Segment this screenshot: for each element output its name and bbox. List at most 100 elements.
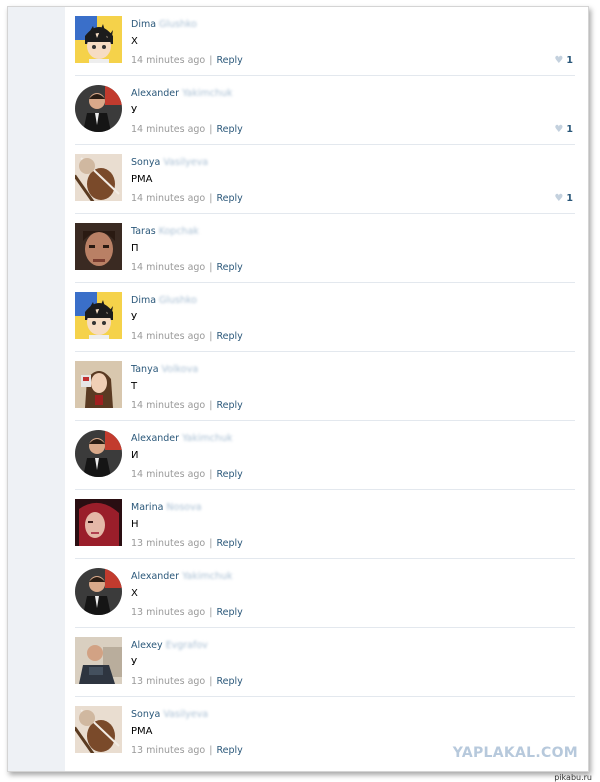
timestamp[interactable]: 14 minutes ago: [131, 400, 205, 411]
redhair-avatar[interactable]: [75, 499, 122, 546]
comment-meta: 14 minutes ago | Reply: [131, 55, 243, 66]
author-first-name[interactable]: Dima: [131, 19, 156, 30]
meta-separator: |: [209, 262, 213, 273]
timestamp[interactable]: 14 minutes ago: [131, 193, 205, 204]
author-name[interactable]: Alexander Yakimchuk: [131, 571, 233, 582]
comment-item: Alexey Evgrafov У 13 minutes ago | Reply: [75, 627, 575, 696]
reply-link[interactable]: Reply: [216, 745, 242, 756]
author-first-name[interactable]: Tanya: [131, 364, 159, 375]
timestamp[interactable]: 14 minutes ago: [131, 331, 205, 342]
author-first-name[interactable]: Alexey: [131, 640, 163, 651]
author-last-name-blurred[interactable]: Kopchak: [159, 226, 199, 237]
reply-link[interactable]: Reply: [216, 469, 242, 480]
anime-avatar[interactable]: [75, 16, 122, 63]
author-last-name-blurred[interactable]: Volkova: [162, 364, 199, 375]
screenshot-frame: Dima Glushko X 14 minutes ago | Reply ♥ 1 Alexan…: [7, 6, 589, 772]
girl-avatar[interactable]: [75, 361, 122, 408]
timestamp[interactable]: 13 minutes ago: [131, 607, 205, 618]
comment-item: Sonya Vasilyeva РМА 14 minutes ago | Reply ♥ 1: [75, 144, 575, 213]
author-name[interactable]: Sonya Vasilyeva: [131, 157, 208, 168]
anime-avatar[interactable]: [75, 292, 122, 339]
reply-link[interactable]: Reply: [216, 55, 242, 66]
comment-text: РМА: [131, 726, 153, 737]
man-chair-avatar[interactable]: [75, 637, 122, 684]
reply-link[interactable]: Reply: [216, 193, 242, 204]
comment-item: Marina Nosova Н 13 minutes ago | Reply: [75, 489, 575, 558]
reply-link[interactable]: Reply: [216, 607, 242, 618]
heart-icon: ♥: [554, 193, 564, 204]
comment-text: Х: [131, 588, 138, 599]
man-suit-avatar[interactable]: [75, 85, 122, 132]
author-first-name[interactable]: Alexander: [131, 571, 179, 582]
timestamp[interactable]: 14 minutes ago: [131, 55, 205, 66]
author-last-name-blurred[interactable]: Glushko: [159, 295, 197, 306]
author-last-name-blurred[interactable]: Nosova: [166, 502, 201, 513]
meta-separator: |: [209, 538, 213, 549]
author-first-name[interactable]: Marina: [131, 502, 163, 513]
comment-item: Tanya Volkova Т 14 minutes ago | Reply: [75, 351, 575, 420]
heart-icon: ♥: [554, 124, 564, 135]
man-suit-avatar[interactable]: [75, 568, 122, 615]
violin-avatar[interactable]: [75, 154, 122, 201]
comment-text: Н: [131, 519, 139, 530]
author-name[interactable]: Dima Glushko: [131, 19, 197, 30]
author-name[interactable]: Tanya Volkova: [131, 364, 198, 375]
violin-avatar[interactable]: [75, 706, 122, 753]
author-first-name[interactable]: Dima: [131, 295, 156, 306]
author-last-name-blurred[interactable]: Yakimchuk: [182, 433, 232, 444]
comment-meta: 14 minutes ago | Reply: [131, 469, 243, 480]
like-count: 1: [566, 124, 573, 135]
author-name[interactable]: Alexey Evgrafov: [131, 640, 208, 651]
author-last-name-blurred[interactable]: Yakimchuk: [182, 88, 232, 99]
author-first-name[interactable]: Alexander: [131, 88, 179, 99]
author-last-name-blurred[interactable]: Vasilyeva: [163, 157, 208, 168]
author-last-name-blurred[interactable]: Vasilyeva: [163, 709, 208, 720]
face-avatar[interactable]: [75, 223, 122, 270]
reply-link[interactable]: Reply: [216, 400, 242, 411]
comment-item: Alexander Yakimchuk Х 13 minutes ago | Reply: [75, 558, 575, 627]
comment-text: П: [131, 243, 139, 254]
timestamp[interactable]: 14 minutes ago: [131, 262, 205, 273]
timestamp[interactable]: 13 minutes ago: [131, 745, 205, 756]
author-last-name-blurred[interactable]: Evgrafov: [166, 640, 208, 651]
meta-separator: |: [209, 55, 213, 66]
like-button[interactable]: ♥ 1: [554, 55, 573, 66]
author-name[interactable]: Taras Kopchak: [131, 226, 199, 237]
like-button[interactable]: ♥ 1: [554, 193, 573, 204]
author-name[interactable]: Alexander Yakimchuk: [131, 88, 233, 99]
meta-separator: |: [209, 193, 213, 204]
like-button[interactable]: ♥ 1: [554, 124, 573, 135]
meta-separator: |: [209, 745, 213, 756]
comment-text: РМА: [131, 174, 153, 185]
timestamp[interactable]: 14 minutes ago: [131, 124, 205, 135]
author-first-name[interactable]: Sonya: [131, 157, 160, 168]
timestamp[interactable]: 13 minutes ago: [131, 676, 205, 687]
author-last-name-blurred[interactable]: Glushko: [159, 19, 197, 30]
author-name[interactable]: Sonya Vasilyeva: [131, 709, 208, 720]
reply-link[interactable]: Reply: [216, 676, 242, 687]
man-suit-avatar[interactable]: [75, 430, 122, 477]
comment-text: У: [131, 105, 138, 116]
author-name[interactable]: Alexander Yakimchuk: [131, 433, 233, 444]
author-last-name-blurred[interactable]: Yakimchuk: [182, 571, 232, 582]
reply-link[interactable]: Reply: [216, 331, 242, 342]
meta-separator: |: [209, 124, 213, 135]
author-first-name[interactable]: Taras: [131, 226, 156, 237]
author-name[interactable]: Marina Nosova: [131, 502, 202, 513]
author-first-name[interactable]: Alexander: [131, 433, 179, 444]
meta-separator: |: [209, 676, 213, 687]
reply-link[interactable]: Reply: [216, 262, 242, 273]
reply-link[interactable]: Reply: [216, 538, 242, 549]
author-name[interactable]: Dima Glushko: [131, 295, 197, 306]
comment-item: Taras Kopchak П 14 minutes ago | Reply: [75, 213, 575, 282]
meta-separator: |: [209, 331, 213, 342]
corner-label: pikabu.ru: [554, 773, 592, 782]
like-count: 1: [566, 193, 573, 204]
meta-separator: |: [209, 400, 213, 411]
comment-meta: 13 minutes ago | Reply: [131, 676, 243, 687]
like-count: 1: [566, 55, 573, 66]
timestamp[interactable]: 14 minutes ago: [131, 469, 205, 480]
timestamp[interactable]: 13 minutes ago: [131, 538, 205, 549]
author-first-name[interactable]: Sonya: [131, 709, 160, 720]
reply-link[interactable]: Reply: [216, 124, 242, 135]
